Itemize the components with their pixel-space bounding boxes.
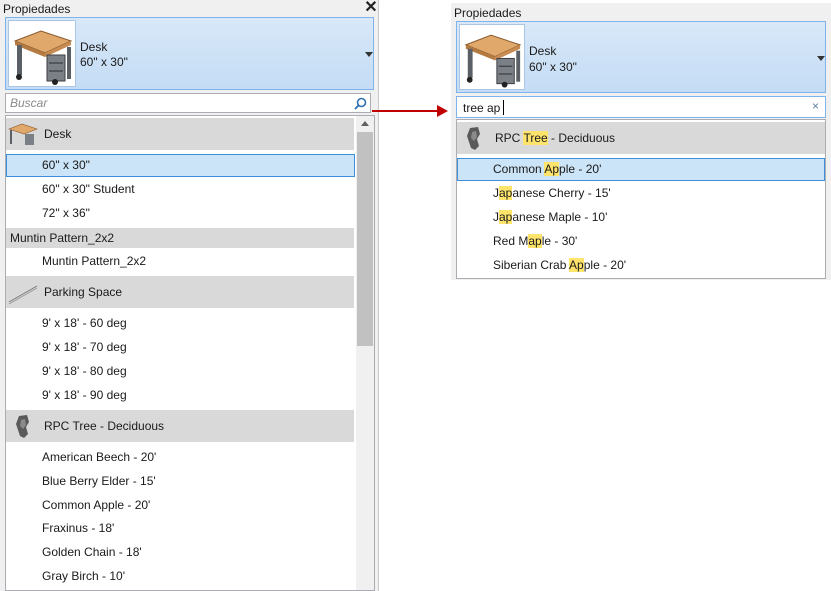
list-item-label: Golden Chain - 18' — [42, 545, 142, 559]
list-item-label: 9' x 18' - 80 deg — [42, 364, 127, 378]
panel-title: Propiedades — [3, 2, 71, 16]
group-header-muntin[interactable]: Muntin Pattern_2x2 — [6, 228, 354, 248]
list-item[interactable]: 9' x 18' - 90 deg — [6, 384, 354, 407]
search-icon[interactable] — [354, 97, 367, 110]
list-item-label: Blue Berry Elder - 15' — [42, 474, 156, 488]
group-header-rpc-tree[interactable]: RPC Tree - Deciduous — [6, 410, 354, 442]
list-item-label: Common Apple - 20' — [42, 498, 151, 512]
list-item-label: Japanese Cherry - 15' — [493, 186, 611, 200]
list-item[interactable]: Gray Birch - 10' — [6, 565, 354, 588]
list-item-label: Siberian Crab Apple - 20' — [493, 258, 627, 272]
group-label: RPC Tree - Deciduous — [44, 419, 165, 433]
panel-title: Propiedades — [454, 6, 522, 20]
desk-icon — [8, 123, 38, 145]
type-family-label: Desk — [529, 44, 557, 58]
group-header-rpc-tree[interactable]: RPC Tree - Deciduous — [457, 122, 825, 154]
list-item[interactable]: Common Apple - 20' — [6, 494, 354, 517]
list-item[interactable]: 72" x 36" — [6, 202, 354, 225]
list-item-label: Common Apple - 20' — [493, 162, 602, 176]
list-item-label: 9' x 18' - 70 deg — [42, 340, 127, 354]
close-icon[interactable]: ✕ — [363, 0, 379, 16]
list-item-label: Gray Birch - 10' — [42, 569, 125, 583]
list-item-label: Japanese Maple - 10' — [493, 210, 608, 224]
arrow-line — [372, 110, 446, 112]
list-item[interactable]: Fraxinus - 18' — [6, 517, 354, 540]
search-input[interactable]: tree ap — [463, 101, 500, 115]
list-item[interactable]: Japanese Maple - 10' — [457, 206, 825, 229]
scroll-up-icon[interactable] — [361, 121, 369, 126]
group-label: Desk — [44, 127, 72, 141]
list-item[interactable]: Japanese Cherry - 15' — [457, 182, 825, 205]
list-item[interactable]: 9' x 18' - 60 deg — [6, 312, 354, 335]
search-input[interactable] — [10, 96, 340, 110]
list-item-selected[interactable]: 60" x 30" — [6, 154, 355, 177]
list-item-label: Fraxinus - 18' — [42, 521, 115, 535]
list-item[interactable]: 9' x 18' - 70 deg — [6, 336, 354, 359]
match-highlight: Tree — [523, 131, 548, 145]
search-results-list[interactable]: RPC Tree - Deciduous Common Apple - 20' … — [456, 119, 826, 279]
match-highlight: Ap — [544, 162, 560, 176]
group-header-parking-space[interactable]: Parking Space — [6, 276, 354, 308]
group-label: Muntin Pattern_2x2 — [10, 231, 115, 245]
type-name-label: 60" x 30" — [80, 55, 128, 69]
arrow-head-icon — [437, 105, 448, 117]
list-item-label: Muntin Pattern_2x2 — [42, 254, 147, 268]
desk-icon — [464, 34, 522, 88]
parking-space-icon — [8, 285, 38, 305]
scroll-thumb[interactable] — [357, 132, 373, 346]
chevron-down-icon[interactable] — [365, 52, 373, 57]
desk-icon — [13, 30, 73, 85]
list-item-label: 9' x 18' - 90 deg — [42, 388, 127, 402]
list-item[interactable]: Blue Berry Elder - 15' — [6, 470, 354, 493]
list-item[interactable]: Red Maple - 30' — [457, 230, 825, 253]
list-item-label: American Beech - 20' — [42, 450, 157, 464]
list-item[interactable]: American Beech - 20' — [6, 446, 354, 469]
properties-panel-right: Propiedades Desk 60" x 30" tree ap × RPC… — [451, 3, 831, 280]
group-header-desk[interactable]: Desk — [6, 118, 354, 150]
list-item-label: 60" x 30" — [42, 158, 90, 172]
tree-icon — [16, 415, 29, 438]
match-highlight: Ap — [569, 258, 584, 272]
tree-icon — [467, 127, 480, 150]
list-item[interactable]: Golden Chain - 18' — [6, 541, 354, 564]
search-box[interactable] — [5, 93, 371, 113]
properties-panel-left: Propiedades ✕ Desk 60" x 30" Buscar Desk… — [0, 0, 379, 591]
list-item-label: 60" x 30" Student — [42, 182, 135, 196]
type-selector[interactable]: Desk 60" x 30" — [456, 21, 826, 93]
list-item-label: 72" x 36" — [42, 206, 90, 220]
type-name-label: 60" x 30" — [529, 60, 577, 74]
group-label: Parking Space — [44, 285, 123, 299]
caret — [503, 100, 504, 115]
type-list[interactable]: Desk 60" x 30" 60" x 30" Student 72" x 3… — [5, 115, 375, 591]
type-family-label: Desk — [80, 40, 108, 54]
list-item[interactable]: Muntin Pattern_2x2 — [6, 250, 354, 273]
match-highlight: ap — [528, 234, 542, 248]
clear-icon[interactable]: × — [812, 99, 819, 113]
match-highlight: ap — [499, 210, 513, 224]
group-label-text: - Deciduous — [547, 131, 616, 145]
list-item[interactable]: 9' x 18' - 80 deg — [6, 360, 354, 383]
list-item[interactable]: Siberian Crab Apple - 20' — [457, 254, 825, 277]
group-label-text: RPC — [495, 131, 524, 145]
vertical-scrollbar[interactable] — [356, 116, 374, 590]
match-highlight: ap — [499, 186, 513, 200]
list-item[interactable]: 60" x 30" Student — [6, 178, 354, 201]
group-label: RPC Tree - Deciduous — [495, 131, 615, 145]
type-selector[interactable]: Desk 60" x 30" — [5, 17, 374, 90]
desk-thumbnail — [8, 20, 76, 87]
desk-thumbnail — [459, 24, 525, 90]
list-item-label: Red Maple - 30' — [493, 234, 578, 248]
list-item-selected[interactable]: Common Apple - 20' — [457, 158, 825, 181]
search-box[interactable]: tree ap × — [456, 96, 826, 118]
list-item-label: 9' x 18' - 60 deg — [42, 316, 127, 330]
chevron-down-icon[interactable] — [817, 56, 825, 61]
